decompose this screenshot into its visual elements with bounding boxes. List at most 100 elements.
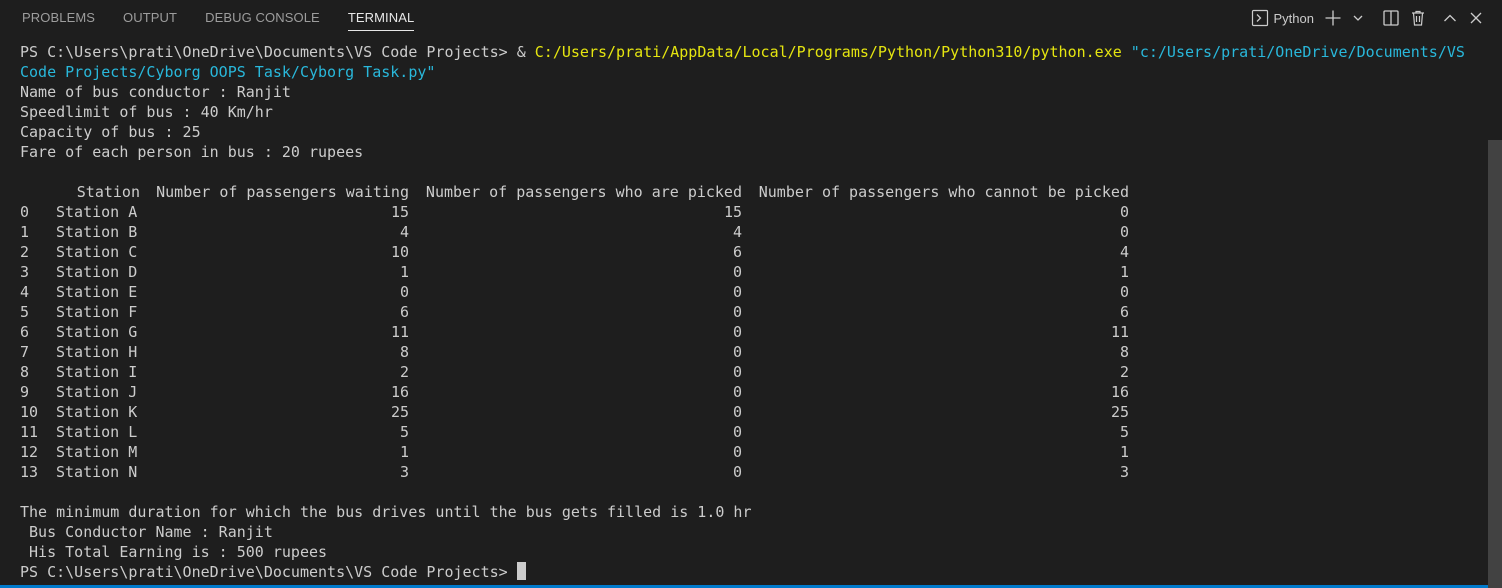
table-row: 10 Station K 25 0 25: [20, 402, 1482, 422]
tab-debug-console[interactable]: DEBUG CONSOLE: [191, 0, 334, 36]
tab-terminal-label: TERMINAL: [347, 6, 415, 31]
not-picked-count: 8: [1119, 343, 1129, 361]
picked-count: 0: [732, 403, 742, 421]
row-index: 1: [20, 223, 30, 241]
table-row: 12 Station M 1 0 1: [20, 442, 1482, 462]
picked-count: 6: [732, 243, 742, 261]
table-row: 1 Station B 4 4 0: [20, 222, 1482, 242]
not-picked-count: 0: [1119, 283, 1129, 301]
row-index: 13: [20, 463, 39, 481]
waiting-count: 15: [390, 203, 409, 221]
kill-terminal-button[interactable]: [1406, 6, 1430, 30]
row-index: 3: [20, 263, 30, 281]
split-terminal-button[interactable]: [1378, 6, 1404, 30]
picked-count: 0: [732, 283, 742, 301]
not-picked-count: 2: [1119, 363, 1129, 381]
chevron-down-icon: [1353, 15, 1363, 21]
waiting-count: 11: [390, 323, 409, 341]
picked-count: 0: [732, 443, 742, 461]
new-terminal-button[interactable]: [1320, 6, 1346, 30]
row-index: 10: [20, 403, 39, 421]
table-row: 3 Station D 1 0 1: [20, 262, 1482, 282]
table-row: 2 Station C 10 6 4: [20, 242, 1482, 262]
final-prompt: PS C:\Users\prati\OneDrive\Documents\VS …: [20, 563, 517, 581]
info-line: Name of bus conductor : Ranjit: [20, 83, 291, 101]
terminal-scrollbar[interactable]: [1488, 140, 1502, 588]
not-picked-count: 0: [1119, 223, 1129, 241]
station-name: Station E: [56, 283, 138, 301]
waiting-count: 2: [399, 363, 409, 381]
table-row: 6 Station G 11 0 11: [20, 322, 1482, 342]
table-row: 0 Station A 15 15 0: [20, 202, 1482, 222]
station-name: Station C: [56, 243, 138, 261]
close-panel-button[interactable]: [1464, 6, 1488, 30]
station-name: Station D: [56, 263, 138, 281]
station-name: Station J: [56, 383, 138, 401]
waiting-count: 8: [399, 343, 409, 361]
terminal-shell-label: Python: [1273, 10, 1314, 26]
station-name: Station B: [56, 223, 138, 241]
row-index: 9: [20, 383, 30, 401]
row-index: 2: [20, 243, 30, 261]
not-picked-count: 16: [1110, 383, 1129, 401]
waiting-count: 4: [399, 223, 409, 241]
station-name: Station K: [56, 403, 138, 421]
waiting-count: 0: [399, 283, 409, 301]
station-name: Station N: [56, 463, 138, 481]
table-row: 5 Station F 6 0 6: [20, 302, 1482, 322]
panel-header: PROBLEMS OUTPUT DEBUG CONSOLE TERMINAL P…: [0, 0, 1502, 36]
waiting-count: 3: [399, 463, 409, 481]
waiting-count: 5: [399, 423, 409, 441]
not-picked-count: 1: [1119, 263, 1129, 281]
tab-output[interactable]: OUTPUT: [109, 0, 191, 36]
table-row: 8 Station I 2 0 2: [20, 362, 1482, 382]
chevron-up-icon: [1444, 14, 1456, 22]
row-index: 6: [20, 323, 30, 341]
station-name: Station M: [56, 443, 138, 461]
terminal-selector[interactable]: Python: [1247, 6, 1318, 30]
row-index: 0: [20, 203, 30, 221]
table-row: 11 Station L 5 0 5: [20, 422, 1482, 442]
not-picked-count: 4: [1119, 243, 1129, 261]
row-index: 8: [20, 363, 30, 381]
launch-profile-button[interactable]: [1348, 6, 1368, 30]
panel-actions: Python: [1247, 0, 1488, 36]
table-body: 0 Station A 15 15 0 1 Station B 4 4 0 2 Station C 10…: [20, 202, 1482, 482]
picked-count: 0: [732, 303, 742, 321]
terminal-cursor: [516, 562, 526, 580]
header-station: Station: [76, 183, 140, 201]
waiting-count: 1: [399, 263, 409, 281]
row-index: 5: [20, 303, 30, 321]
final-prompt-line: PS C:\Users\prati\OneDrive\Documents\VS …: [20, 562, 1482, 582]
station-name: Station F: [56, 303, 138, 321]
picked-count: 0: [732, 383, 742, 401]
not-picked-count: 11: [1110, 323, 1129, 341]
table-row: 4 Station E 0 0 0: [20, 282, 1482, 302]
picked-count: 0: [732, 363, 742, 381]
command-argument-continued: Code Projects/Cyborg OOPS Task/Cyborg Ta…: [20, 63, 436, 81]
row-index: 4: [20, 283, 30, 301]
table-row: 13 Station N 3 0 3: [20, 462, 1482, 482]
table-header: Station Number of passengers waiting Num…: [20, 182, 1482, 202]
picked-count: 0: [732, 323, 742, 341]
maximize-panel-button[interactable]: [1438, 6, 1462, 30]
waiting-count: 16: [390, 383, 409, 401]
picked-count: 15: [723, 203, 742, 221]
tab-terminal[interactable]: TERMINAL: [334, 0, 429, 36]
not-picked-count: 1: [1119, 443, 1129, 461]
terminal-icon: [1251, 9, 1268, 27]
tab-problems[interactable]: PROBLEMS: [8, 0, 109, 36]
table-row: 9 Station J 16 0 16: [20, 382, 1482, 402]
summary-line: The minimum duration for which the bus d…: [20, 503, 752, 521]
terminal-output[interactable]: PS C:\Users\prati\OneDrive\Documents\VS …: [20, 42, 1482, 582]
summary-line: Bus Conductor Name : Ranjit: [20, 523, 273, 541]
waiting-count: 6: [399, 303, 409, 321]
row-index: 7: [20, 343, 30, 361]
command-executable: C:/Users/prati/AppData/Local/Programs/Py…: [534, 43, 1122, 61]
picked-count: 4: [732, 223, 742, 241]
waiting-count: 10: [390, 243, 409, 261]
trash-icon: [1412, 10, 1424, 26]
summary-line: His Total Earning is : 500 rupees: [20, 543, 328, 561]
panel-tabs: PROBLEMS OUTPUT DEBUG CONSOLE TERMINAL: [8, 0, 428, 36]
split-icon: [1383, 10, 1399, 26]
